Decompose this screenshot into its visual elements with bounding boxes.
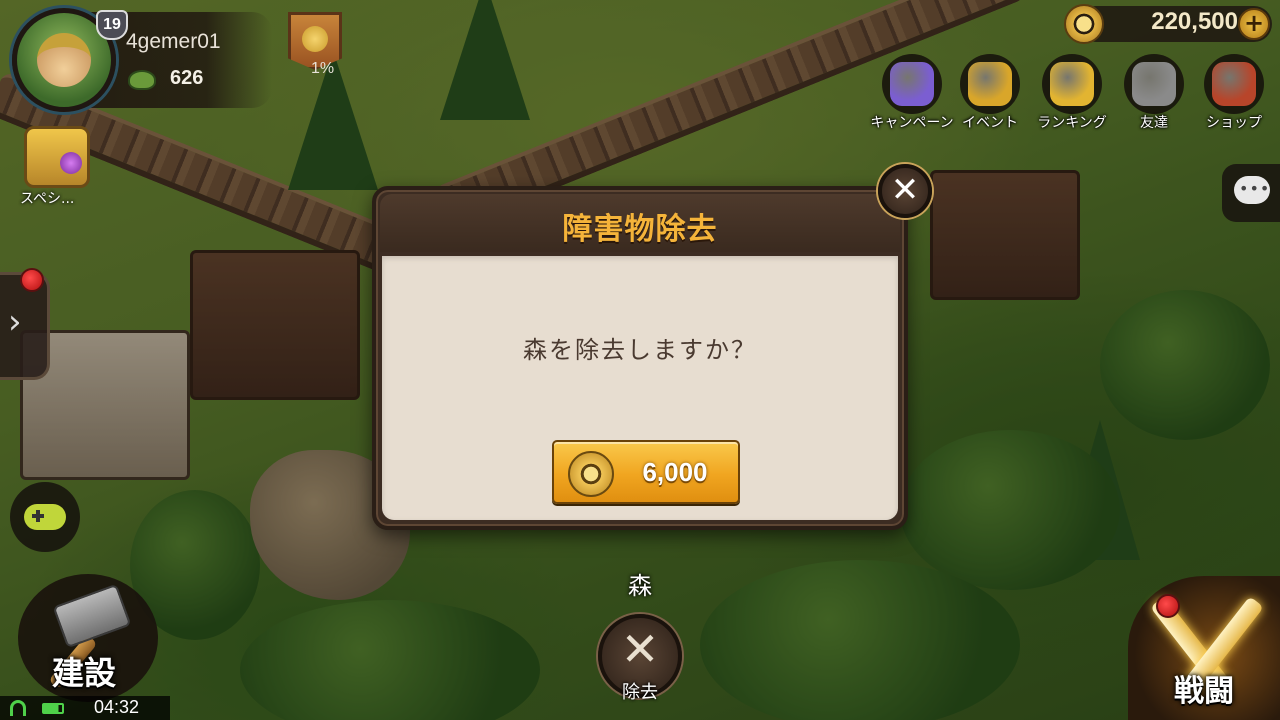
- build-label: 建設: [52, 654, 117, 692]
- menu-campaign-button[interactable]: キャンペーン: [870, 54, 954, 134]
- gem-icon: [60, 152, 82, 174]
- gift-icon: [890, 62, 934, 106]
- chevron-right-icon: ›: [8, 302, 22, 342]
- confirm-remove-button[interactable]: 6,000: [552, 440, 740, 504]
- menu-shop-button[interactable]: ショップ: [1196, 54, 1272, 134]
- chat-icon: [1234, 176, 1270, 204]
- dialog-title: 障害物除去: [562, 212, 718, 247]
- menu-ranking-button[interactable]: ランキング: [1034, 54, 1110, 134]
- menu-label: ランキング: [1037, 115, 1107, 131]
- menu-label: ショップ: [1206, 115, 1262, 131]
- trophy-icon: [128, 70, 156, 90]
- megaphone-icon: [968, 62, 1012, 106]
- dialog-body: 森を除去しますか？ 6,000: [382, 256, 898, 520]
- player-name: 4gemer01: [126, 30, 221, 53]
- gamepad-button[interactable]: [10, 482, 80, 552]
- menu-label: 友達: [1140, 115, 1168, 131]
- coin-icon: [568, 451, 614, 497]
- trophy-icon: [1050, 62, 1094, 106]
- remove-label: 除去: [622, 682, 658, 703]
- add-coins-button[interactable]: +: [1238, 8, 1270, 40]
- menu-label: イベント: [962, 115, 1018, 131]
- trophy-count: 626: [170, 67, 204, 89]
- notification-dot: [1156, 594, 1180, 618]
- close-dialog-button[interactable]: ✕: [878, 164, 932, 218]
- notification-dot: [20, 268, 44, 292]
- removal-cost: 6,000: [642, 457, 708, 487]
- battle-label: 戦闘: [1174, 674, 1234, 709]
- battery-icon: [42, 703, 64, 714]
- clock: 04:32: [94, 697, 140, 717]
- gamepad-icon: [24, 504, 66, 530]
- special-offer-label: スペシ...: [20, 191, 75, 207]
- treasure-chest-icon: [1212, 62, 1256, 106]
- coin-amount: 220,500: [1151, 8, 1238, 35]
- menu-event-button[interactable]: イベント: [952, 54, 1028, 134]
- avatar-portrait: [37, 33, 91, 87]
- menu-friends-button[interactable]: 友達: [1116, 54, 1192, 134]
- menu-label: キャンペーン: [870, 115, 954, 131]
- dialog-message: 森を除去しますか？: [523, 336, 757, 364]
- obstacle-removal-dialog: 障害物除去 森を除去しますか？ 6,000: [372, 186, 908, 530]
- wifi-icon: [10, 700, 26, 716]
- dialog-header: 障害物除去: [380, 194, 900, 252]
- coin-icon: [1064, 4, 1104, 44]
- helmet-icon: [1132, 62, 1176, 106]
- close-icon: ✕: [620, 622, 660, 676]
- banner-progress: 1%: [311, 60, 335, 77]
- level-badge: 19: [96, 10, 128, 40]
- banner-coin-icon: [302, 26, 328, 52]
- selected-object-name: 森: [628, 572, 652, 600]
